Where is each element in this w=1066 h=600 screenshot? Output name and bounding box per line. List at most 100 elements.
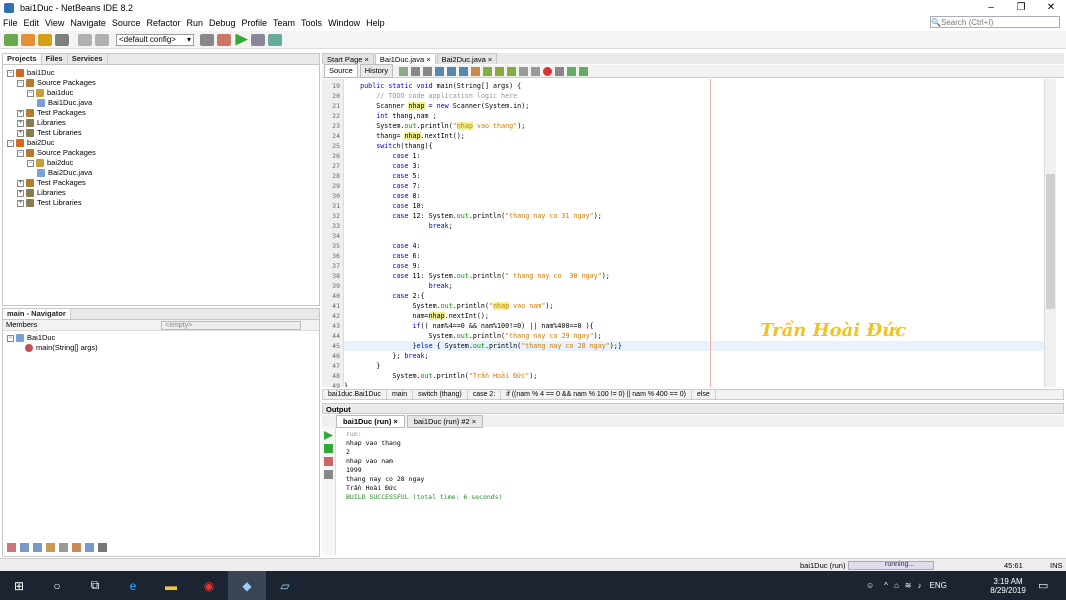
redo-icon[interactable] <box>95 33 109 46</box>
expand-toggle-icon[interactable]: − <box>27 159 34 167</box>
filter-inherited-icon[interactable] <box>46 543 55 552</box>
new-project-icon[interactable] <box>21 33 35 46</box>
expand-toggle-icon[interactable]: − <box>7 334 14 342</box>
history-mode-button[interactable]: History <box>359 64 394 78</box>
rerun-params-icon[interactable] <box>324 444 333 453</box>
filter-static-icon[interactable] <box>20 543 29 552</box>
forward-icon[interactable] <box>423 66 433 76</box>
volume-icon[interactable]: ♪ <box>917 581 921 590</box>
tree-node[interactable]: − bai1Duc <box>7 68 55 78</box>
tree-node[interactable]: Bai1Duc.java <box>37 98 92 108</box>
editor-tab[interactable]: Bai2Duc.java × <box>436 53 498 64</box>
people-icon[interactable]: ☺ <box>866 581 874 590</box>
filter-inner-icon[interactable] <box>59 543 68 552</box>
save-all-icon[interactable] <box>55 33 69 46</box>
config-select[interactable]: <default config> <box>116 33 194 46</box>
close-tab-icon[interactable]: × <box>362 55 369 64</box>
menu-source[interactable]: Source <box>109 16 144 30</box>
tab-services[interactable]: Services <box>68 54 108 64</box>
tree-node[interactable]: + Test Libraries <box>17 198 82 208</box>
cortana-icon[interactable]: ○ <box>38 571 76 600</box>
output-console[interactable]: run: nhap vao thang 2 nhap vao nam 1999 thang… <box>346 430 1046 502</box>
stop-macro-icon[interactable] <box>555 66 565 76</box>
minimize-button[interactable]: – <box>976 0 1006 16</box>
tree-node[interactable]: − Source Packages <box>17 78 96 88</box>
filter-nonpublic-icon[interactable] <box>33 543 42 552</box>
breadcrumb-item[interactable]: else <box>692 389 716 400</box>
expand-toggle-icon[interactable]: + <box>17 199 24 207</box>
sort-name-icon[interactable] <box>72 543 81 552</box>
expand-toggle-icon[interactable]: − <box>7 139 14 147</box>
breadcrumb-item[interactable]: if ((nam % 4 == 0 && nam % 100 != 0) || … <box>501 389 692 400</box>
tree-node[interactable]: − bai2Duc <box>7 138 55 148</box>
output-tab[interactable]: bai1Duc (run) × <box>336 414 405 428</box>
code-editor[interactable]: public static void main(String[] args) {… <box>344 79 1044 387</box>
menu-file[interactable]: File <box>0 16 21 30</box>
menu-navigate[interactable]: Navigate <box>67 16 109 30</box>
shift-right-icon[interactable] <box>531 66 541 76</box>
tree-node[interactable]: − bai1duc <box>27 88 73 98</box>
menu-refactor[interactable]: Refactor <box>143 16 183 30</box>
record-macro-icon[interactable] <box>543 66 553 76</box>
tree-node[interactable]: + Test Packages <box>17 108 86 118</box>
output-tab[interactable]: bai1Duc (run) #2 × <box>406 414 484 428</box>
tree-node[interactable]: + Test Libraries <box>17 128 82 138</box>
expand-toggle-icon[interactable]: + <box>17 179 24 187</box>
menu-view[interactable]: View <box>42 16 67 30</box>
back-icon[interactable] <box>411 66 421 76</box>
debug-icon[interactable] <box>251 33 265 46</box>
comment-icon[interactable] <box>567 66 577 76</box>
tray-expand-icon[interactable]: ^ <box>884 581 888 590</box>
expand-toggle-icon[interactable]: − <box>27 89 34 97</box>
find-icon[interactable] <box>435 66 445 76</box>
clean-build-icon[interactable] <box>217 33 231 46</box>
navigator-filter-select[interactable]: <empty> <box>161 321 301 330</box>
run-icon[interactable] <box>235 33 248 46</box>
expand-toggle-icon[interactable]: − <box>17 149 24 157</box>
last-edit-icon[interactable] <box>399 66 409 76</box>
toggle-highlight-icon[interactable] <box>471 66 481 76</box>
chrome-icon[interactable]: ◉ <box>190 571 228 600</box>
open-project-icon[interactable] <box>38 33 52 46</box>
rerun-icon[interactable] <box>324 431 333 440</box>
notepad-icon[interactable]: ▱ <box>266 571 304 600</box>
shift-left-icon[interactable] <box>519 66 529 76</box>
tree-node[interactable]: − Source Packages <box>17 148 96 158</box>
breadcrumb-item[interactable]: bai1duc.Bai1Duc <box>323 389 387 400</box>
tree-node[interactable]: + Test Packages <box>17 178 86 188</box>
network-icon[interactable]: ⌂ <box>894 581 899 590</box>
clock[interactable]: 3:19 AM 8/29/2019 <box>986 571 1030 600</box>
menu-window[interactable]: Window <box>325 16 363 30</box>
tree-node[interactable]: Bai2Duc.java <box>37 168 92 178</box>
wifi-icon[interactable]: ≋ <box>905 581 912 590</box>
menu-profile[interactable]: Profile <box>239 16 271 30</box>
editor-scrollbar[interactable] <box>1044 79 1056 387</box>
prev-bookmark-icon[interactable] <box>495 66 505 76</box>
tree-node[interactable]: − bai2duc <box>27 158 73 168</box>
netbeans-taskbar-icon[interactable]: ◆ <box>228 571 266 600</box>
next-bookmark-icon[interactable] <box>507 66 517 76</box>
close-tab-icon[interactable]: × <box>470 417 476 426</box>
expand-toggle-icon[interactable]: + <box>17 109 24 117</box>
filter-fields-icon[interactable] <box>7 543 16 552</box>
profile-icon[interactable] <box>268 33 282 46</box>
edge-icon[interactable]: e <box>114 571 152 600</box>
find-next-icon[interactable] <box>459 66 469 76</box>
search-box[interactable]: 🔍 Search (Ctrl+I) <box>930 16 1060 28</box>
editor-tab[interactable]: Start Page × <box>322 53 374 64</box>
tab-files[interactable]: Files <box>42 54 68 64</box>
close-tab-icon[interactable]: × <box>391 417 397 426</box>
menu-debug[interactable]: Debug <box>206 16 239 30</box>
settings-icon[interactable] <box>324 470 333 479</box>
expand-toggle-icon[interactable]: + <box>17 119 24 127</box>
menu-run[interactable]: Run <box>183 16 206 30</box>
stop-icon[interactable] <box>324 457 333 466</box>
language-indicator[interactable]: ENG <box>929 581 946 590</box>
navigator-item[interactable]: − Bai1Duc <box>7 333 55 343</box>
expand-toggle-icon[interactable]: − <box>17 79 24 87</box>
file-explorer-icon[interactable]: ▬ <box>152 571 190 600</box>
menu-edit[interactable]: Edit <box>21 16 43 30</box>
tree-node[interactable]: + Libraries <box>17 188 66 198</box>
find-prev-icon[interactable] <box>447 66 457 76</box>
scrollbar-thumb[interactable] <box>1046 174 1055 309</box>
